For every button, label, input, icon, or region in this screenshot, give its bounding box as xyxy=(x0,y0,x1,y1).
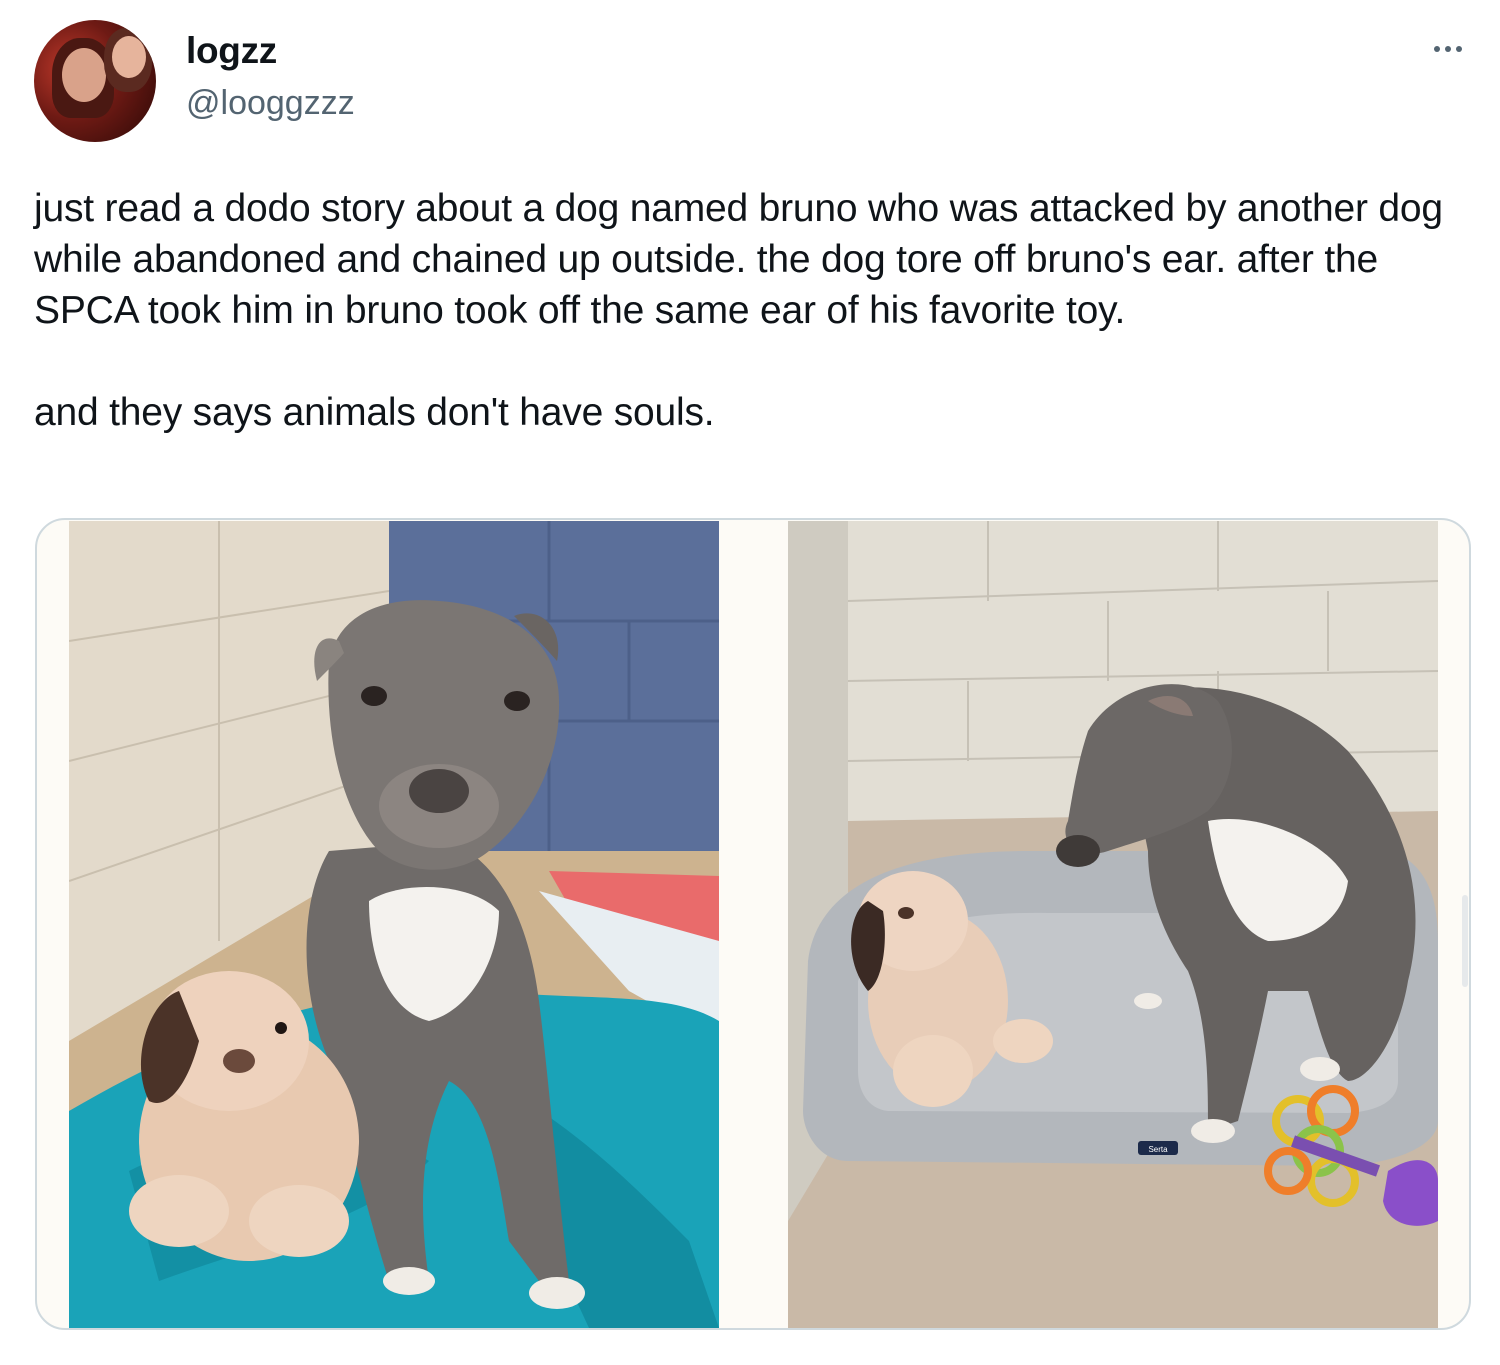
user-handle[interactable]: @looggzzz xyxy=(186,84,355,123)
media-card[interactable]: Serta xyxy=(35,518,1471,1330)
dog-with-plush-toy-photo[interactable] xyxy=(69,521,719,1328)
user-name[interactable]: logzz xyxy=(186,30,277,72)
bed-label: Serta xyxy=(1148,1145,1168,1154)
dog-on-bed-photo[interactable]: Serta xyxy=(788,521,1438,1328)
more-horizontal-icon xyxy=(1434,46,1440,52)
more-options-button[interactable] xyxy=(1426,34,1470,64)
tweet: logzz @looggzzz just read a dodo story a… xyxy=(0,0,1500,1365)
scrollbar[interactable] xyxy=(1462,895,1468,987)
avatar[interactable] xyxy=(34,20,156,142)
tweet-paragraph: and they says animals don't have souls. xyxy=(34,391,715,434)
tweet-paragraph: just read a dodo story about a dog named… xyxy=(34,187,1443,332)
tweet-text: just read a dodo story about a dog named… xyxy=(34,183,1474,438)
